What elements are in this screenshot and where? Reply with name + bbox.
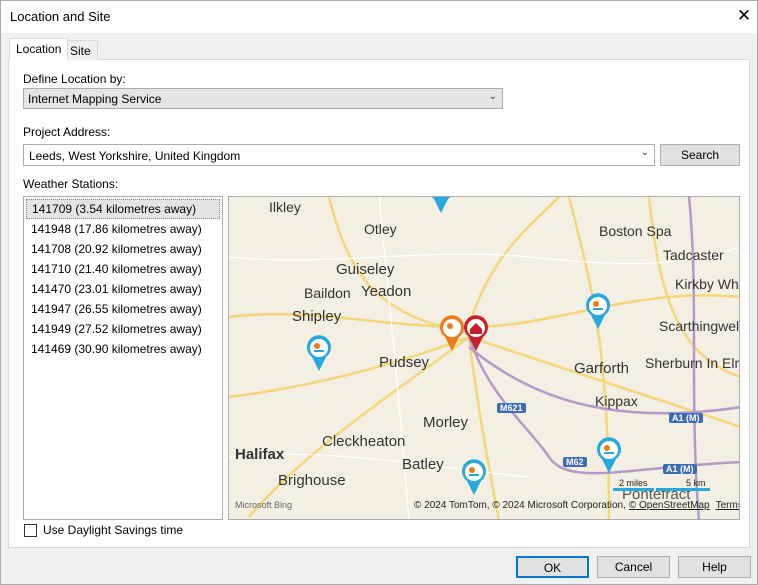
osm-link[interactable]: © OpenStreetMap — [629, 500, 710, 511]
weather-stations-label: Weather Stations: — [23, 177, 119, 191]
road-shield: M62 — [563, 457, 587, 467]
project-address-value: Leeds, West Yorkshire, United Kingdom — [29, 149, 241, 163]
daylight-savings-label: Use Daylight Savings time — [43, 523, 184, 537]
project-address-label: Project Address: — [23, 125, 111, 139]
attribution-text: © 2024 TomTom, © 2024 Microsoft Corporat… — [414, 500, 626, 511]
map-view[interactable]: Ilkley Otley Boston Spa Tadcaster Guisel… — [228, 196, 740, 520]
tab-location[interactable]: Location — [9, 38, 69, 60]
map-attribution: © 2024 TomTom, © 2024 Microsoft Corporat… — [414, 500, 739, 511]
place-label: Shipley — [292, 308, 342, 325]
weather-station-pin-icon[interactable] — [428, 196, 454, 213]
map-scale: 2 miles 5 km — [613, 478, 710, 491]
list-item[interactable]: 141948 (17.86 kilometres away) — [26, 219, 220, 239]
daylight-savings-checkbox[interactable] — [24, 524, 37, 537]
window-title: Location and Site — [10, 9, 111, 24]
place-label: Yeadon — [361, 283, 412, 300]
define-location-value: Internet Mapping Service — [28, 92, 162, 106]
place-label: Pudsey — [379, 354, 430, 371]
place-label: Scarthingwell — [659, 318, 740, 334]
close-icon[interactable]: ✕ — [734, 6, 754, 26]
weather-station-pin-icon[interactable] — [596, 437, 622, 473]
place-label: Brighouse — [278, 472, 346, 489]
place-label: Halifax — [235, 446, 285, 463]
list-item[interactable]: 141469 (30.90 kilometres away) — [26, 339, 220, 359]
selected-station-pin-icon[interactable] — [439, 315, 465, 351]
place-label: Kippax — [595, 393, 638, 409]
project-address-input[interactable]: Leeds, West Yorkshire, United Kingdom ⌄ — [23, 144, 655, 166]
place-label: Boston Spa — [599, 223, 672, 239]
weather-station-pin-icon[interactable] — [461, 459, 487, 495]
bing-logo: Microsoft Bing — [235, 500, 293, 510]
cancel-button[interactable]: Cancel — [597, 556, 670, 578]
terms-link[interactable]: Terms — [716, 500, 739, 511]
weather-stations-list[interactable]: 141709 (3.54 kilometres away) 141948 (17… — [23, 196, 223, 520]
place-label: Tadcaster — [663, 247, 724, 263]
place-label: Otley — [364, 221, 397, 237]
place-label: Kirkby Wha — [675, 276, 740, 292]
place-label: Guiseley — [336, 261, 395, 278]
road-shield: M621 — [497, 403, 526, 413]
place-label: Cleckheaton — [322, 433, 406, 450]
ok-button[interactable]: OK — [516, 556, 589, 578]
title-bar — [1, 1, 757, 33]
scale-miles: 2 miles — [613, 478, 654, 491]
chevron-down-icon[interactable]: ⌄ — [641, 147, 649, 158]
search-button[interactable]: Search — [660, 144, 740, 166]
list-item[interactable]: 141708 (20.92 kilometres away) — [26, 239, 220, 259]
weather-station-pin-icon[interactable] — [585, 293, 611, 329]
place-label: Sherburn In Elm — [645, 355, 740, 371]
place-label: Batley — [402, 456, 444, 473]
scale-km: 5 km — [656, 478, 710, 491]
place-label: Morley — [423, 414, 469, 431]
list-item[interactable]: 141709 (3.54 kilometres away) — [26, 199, 220, 219]
list-item[interactable]: 141949 (27.52 kilometres away) — [26, 319, 220, 339]
road-shield: A1 (M) — [669, 413, 703, 423]
list-item[interactable]: 141470 (23.01 kilometres away) — [26, 279, 220, 299]
road-shield: A1 (M) — [663, 464, 697, 474]
place-label: Garforth — [574, 360, 630, 377]
help-button[interactable]: Help — [678, 556, 751, 578]
weather-station-pin-icon[interactable] — [306, 335, 332, 371]
list-item[interactable]: 141710 (21.40 kilometres away) — [26, 259, 220, 279]
place-label: Baildon — [304, 285, 351, 301]
define-location-label: Define Location by: — [23, 72, 126, 86]
list-item[interactable]: 141947 (26.55 kilometres away) — [26, 299, 220, 319]
chevron-down-icon: ⌄ — [488, 91, 497, 102]
define-location-select[interactable]: Internet Mapping Service ⌄ — [23, 88, 503, 109]
project-location-pin-icon[interactable] — [463, 315, 489, 351]
place-label: Ilkley — [269, 199, 301, 215]
